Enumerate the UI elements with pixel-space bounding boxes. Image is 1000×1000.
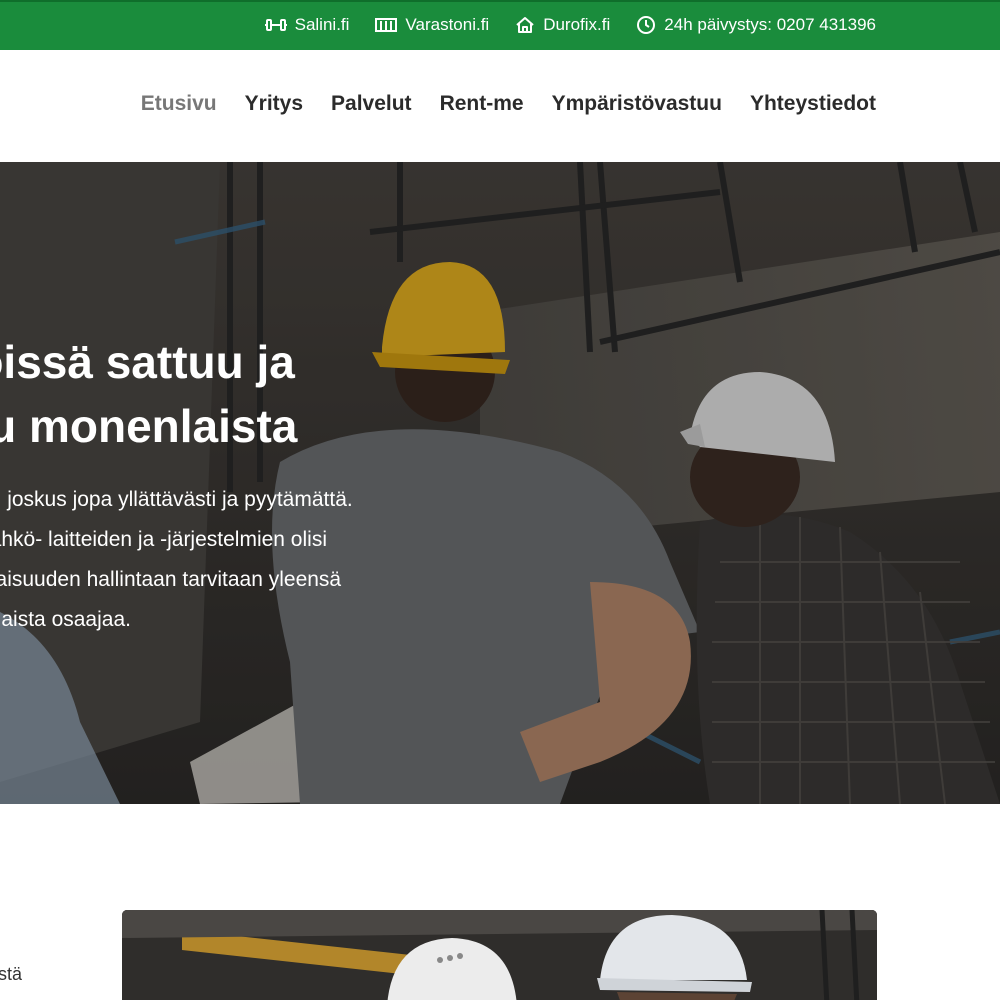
nav-menu: Etusivu Yritys Palvelut Rent-me Ympärist… xyxy=(141,92,876,116)
content-section: stä xyxy=(0,804,1000,1000)
salini-label: Salini.fi xyxy=(294,15,350,34)
varastoni-link[interactable]: Varastoni.fi xyxy=(375,15,489,35)
nav-item-palvelut[interactable]: Palvelut xyxy=(331,92,412,116)
main-nav: Etusivu Yritys Palvelut Rent-me Ympärist… xyxy=(0,50,1000,162)
home-icon xyxy=(515,16,535,34)
hero-section: töissä sattuu ja uu monenlaista kaan, jo… xyxy=(0,162,1000,804)
nav-item-ymparistovastuu[interactable]: Ympäristövastuu xyxy=(552,92,722,116)
durofix-label: Durofix.fi xyxy=(543,15,611,34)
dumbbell-icon xyxy=(264,17,287,33)
hero-text-line: okonaisuuden hallintaan tarvitaan yleens… xyxy=(0,568,342,591)
nav-item-yritys[interactable]: Yritys xyxy=(245,92,303,116)
durofix-link[interactable]: Durofix.fi xyxy=(515,15,610,35)
nav-item-yhteystiedot[interactable]: Yhteystiedot xyxy=(750,92,876,116)
hero-title-line: uu monenlaista xyxy=(0,400,298,452)
side-text: stä xyxy=(0,964,23,984)
hero-text-line: kaan, joskus jopa yllättävästi ja pyytäm… xyxy=(0,488,353,511)
hero-text-line: ti-, sähkö- laitteiden ja -järjestelmien… xyxy=(0,528,327,551)
salini-link[interactable]: Salini.fi xyxy=(264,15,350,35)
topbar-links: Salini.fi Varastoni.fi Durofix.fi 24h pä… xyxy=(264,15,876,35)
hero-title-line: töissä sattuu ja xyxy=(0,336,295,388)
storage-icon xyxy=(375,17,398,33)
clock-icon xyxy=(636,15,656,35)
feature-image-graphic xyxy=(122,910,877,1000)
nav-item-rent-me[interactable]: Rent-me xyxy=(440,92,524,116)
hero-title: töissä sattuu ja uu monenlaista xyxy=(0,330,560,458)
top-bar: Salini.fi Varastoni.fi Durofix.fi 24h pä… xyxy=(0,0,1000,50)
hero-text-line: onenlaista osaajaa. xyxy=(0,608,131,631)
feature-image xyxy=(122,910,877,1000)
nav-item-etusivu[interactable]: Etusivu xyxy=(141,92,217,116)
hero-description: kaan, joskus jopa yllättävästi ja pyytäm… xyxy=(0,480,510,640)
varastoni-label: Varastoni.fi xyxy=(405,15,490,34)
phone-link[interactable]: 24h päivystys: 0207 431396 xyxy=(636,15,876,35)
phone-label: 24h päivystys: 0207 431396 xyxy=(664,15,876,34)
